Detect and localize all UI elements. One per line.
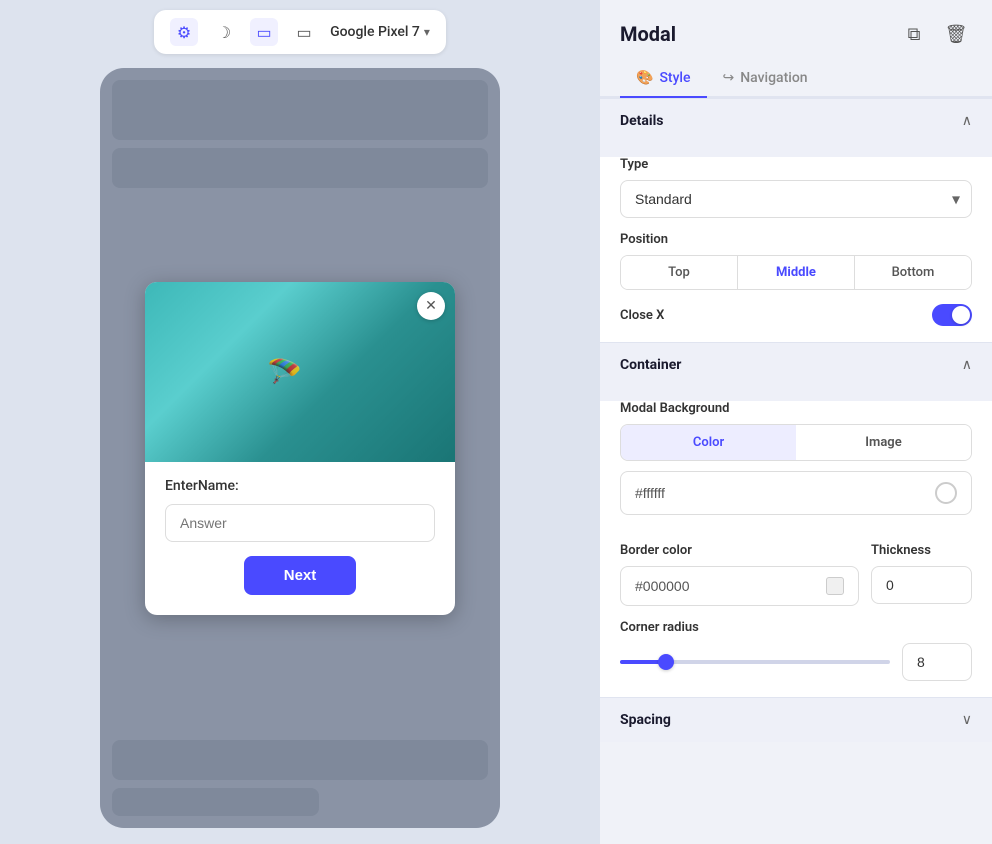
- spacing-section-title: Spacing: [620, 712, 671, 728]
- phone-frame: 🪂 ✕ EnterName: Next: [100, 68, 500, 828]
- position-top-button[interactable]: Top: [621, 256, 738, 289]
- tab-navigation[interactable]: ↪ Navigation: [707, 60, 824, 96]
- container-section-body: Modal Background Color Image Border colo…: [600, 401, 992, 697]
- modal-input-label: EnterName:: [165, 478, 435, 494]
- border-color-input-row: [620, 566, 859, 606]
- modal-bg-tab-group: Color Image: [620, 424, 972, 461]
- bg-image-tab[interactable]: Image: [796, 425, 971, 460]
- right-panel: Modal ⧉ 🗑 🎨 Style ↪ Navigation Details ∧…: [600, 0, 992, 844]
- container-section-title: Container: [620, 357, 681, 373]
- border-color-label: Border color: [620, 543, 859, 558]
- device-chevron-icon: ▾: [424, 25, 430, 39]
- modal-next-button[interactable]: Next: [244, 556, 357, 595]
- modal-answer-input[interactable]: [165, 504, 435, 542]
- container-section-header[interactable]: Container ∧: [600, 343, 992, 387]
- corner-radius-label: Corner radius: [620, 620, 972, 635]
- details-section-body: Type Standard Fullscreen Bottom Sheet ▾ …: [600, 157, 992, 342]
- navigation-tab-icon: ↪: [723, 70, 735, 86]
- modal-overlay: 🪂 ✕ EnterName: Next: [100, 68, 500, 828]
- style-tab-label: Style: [659, 70, 690, 86]
- device-selector[interactable]: Google Pixel 7 ▾: [330, 24, 430, 40]
- spacing-chevron-icon: ∨: [962, 712, 972, 728]
- right-panel-title: Modal: [620, 22, 676, 46]
- corner-radius-row: Corner radius: [620, 620, 972, 681]
- delete-icon[interactable]: 🗑: [940, 18, 972, 50]
- copy-icon[interactable]: ⧉: [898, 18, 930, 50]
- type-select[interactable]: Standard Fullscreen Bottom Sheet: [620, 180, 972, 218]
- desktop-icon[interactable]: ▭: [290, 18, 318, 46]
- spacing-section-header[interactable]: Spacing ∨: [600, 698, 992, 742]
- type-select-wrapper: Standard Fullscreen Bottom Sheet ▾: [620, 180, 972, 218]
- border-thickness-row: Border color Thickness: [620, 529, 972, 606]
- corner-radius-controls: [620, 643, 972, 681]
- border-color-field: Border color: [620, 529, 859, 606]
- position-btn-group: Top Middle Bottom: [620, 255, 972, 290]
- thickness-input[interactable]: [871, 566, 972, 604]
- details-chevron-icon: ∧: [962, 113, 972, 129]
- type-label: Type: [620, 157, 972, 172]
- border-color-input[interactable]: [635, 578, 816, 594]
- corner-radius-slider[interactable]: [620, 660, 890, 664]
- style-tab-icon: 🎨: [636, 70, 653, 86]
- container-section: Container ∧ Modal Background Color Image…: [600, 342, 992, 697]
- right-panel-tabs: 🎨 Style ↪ Navigation: [600, 60, 992, 98]
- close-x-label: Close X: [620, 308, 664, 323]
- left-panel: ⚙ ☽ ▭ ▭ Google Pixel 7 ▾ 🪂 ✕: [0, 0, 600, 844]
- thickness-field: Thickness: [871, 529, 972, 606]
- close-icon: ✕: [425, 298, 437, 314]
- position-middle-button[interactable]: Middle: [738, 256, 855, 289]
- close-x-row: Close X: [620, 304, 972, 326]
- toggle-knob: [952, 306, 970, 324]
- right-panel-header: Modal ⧉ 🗑: [600, 0, 992, 60]
- modal-image: 🪂 ✕: [145, 282, 455, 462]
- details-section-title: Details: [620, 113, 664, 129]
- corner-radius-input[interactable]: [902, 643, 972, 681]
- settings-icon[interactable]: ⚙: [170, 18, 198, 46]
- moon-icon[interactable]: ☽: [210, 18, 238, 46]
- details-section: Details ∧ Type Standard Fullscreen Botto…: [600, 98, 992, 342]
- modal-image-figure: 🪂: [267, 355, 302, 388]
- header-icons: ⧉ 🗑: [898, 18, 972, 50]
- navigation-tab-label: Navigation: [740, 70, 807, 86]
- container-chevron-icon: ∧: [962, 357, 972, 373]
- color-picker-circle[interactable]: [935, 482, 957, 504]
- spacing-section: Spacing ∨: [600, 697, 992, 742]
- thickness-label: Thickness: [871, 543, 972, 558]
- bg-color-tab[interactable]: Color: [621, 425, 796, 460]
- modal-bg-label: Modal Background: [620, 401, 972, 416]
- border-color-swatch[interactable]: [826, 577, 844, 595]
- details-section-header[interactable]: Details ∧: [600, 99, 992, 143]
- modal-card: 🪂 ✕ EnterName: Next: [145, 282, 455, 615]
- modal-close-button[interactable]: ✕: [417, 292, 445, 320]
- modal-body: EnterName: Next: [145, 462, 455, 615]
- device-name-label: Google Pixel 7: [330, 24, 420, 40]
- color-hex-input[interactable]: [635, 485, 925, 501]
- position-bottom-button[interactable]: Bottom: [855, 256, 971, 289]
- device-toolbar: ⚙ ☽ ▭ ▭ Google Pixel 7 ▾: [154, 10, 446, 54]
- position-label: Position: [620, 232, 972, 247]
- phone-icon[interactable]: ▭: [250, 18, 278, 46]
- color-value-row: [620, 471, 972, 515]
- close-x-toggle[interactable]: [932, 304, 972, 326]
- tab-style[interactable]: 🎨 Style: [620, 60, 707, 98]
